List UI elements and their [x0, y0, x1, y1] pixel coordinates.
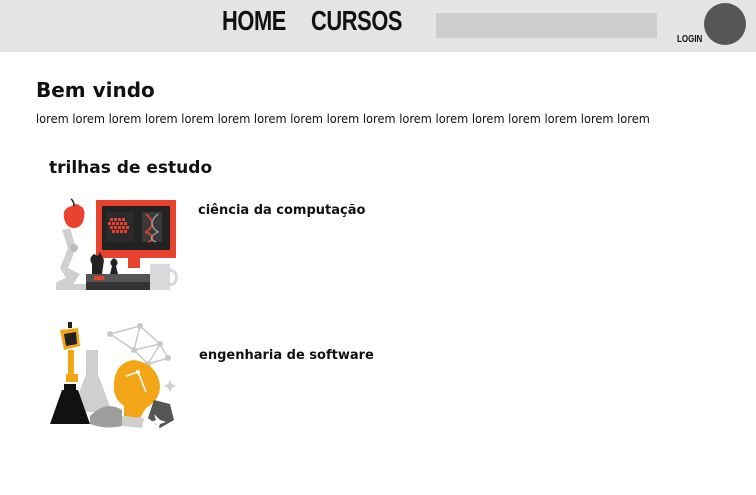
search-input[interactable]: [436, 13, 657, 38]
nav-cursos-link[interactable]: CURSOS: [311, 4, 402, 38]
section-title: trilhas de estudo: [49, 158, 213, 178]
top-navigation-bar: HOME CURSOS LOGIN: [0, 0, 756, 52]
track-label[interactable]: engenharia de software: [199, 348, 374, 363]
software-engineering-illustration-icon: [50, 322, 176, 430]
welcome-description: lorem lorem lorem lorem lorem lorem lore…: [36, 112, 650, 126]
page-title: Bem vindo: [36, 78, 155, 102]
login-link[interactable]: LOGIN: [677, 34, 702, 45]
nav-home-link[interactable]: HOME: [222, 4, 286, 38]
avatar[interactable]: [704, 3, 746, 45]
computer-science-illustration-icon: [56, 198, 178, 290]
track-label[interactable]: ciência da computação: [198, 203, 365, 218]
